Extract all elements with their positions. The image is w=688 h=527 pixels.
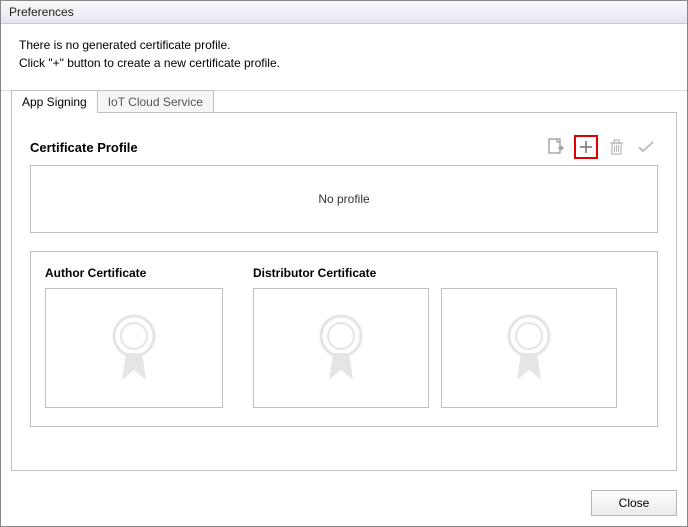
preferences-window: Preferences There is no generated certif… bbox=[0, 0, 688, 527]
import-icon bbox=[548, 138, 564, 156]
profile-empty-text: No profile bbox=[318, 192, 369, 206]
certificate-row: Author Certificate Distributor Certifica… bbox=[45, 266, 643, 408]
titlebar: Preferences bbox=[1, 1, 687, 24]
tab-iot-cloud[interactable]: IoT Cloud Service bbox=[97, 90, 214, 113]
confirm-profile-button[interactable] bbox=[634, 135, 658, 159]
notice-line-2: Click "+" button to create a new certifi… bbox=[19, 54, 671, 72]
import-profile-button[interactable] bbox=[544, 135, 568, 159]
profile-list-box: No profile bbox=[30, 165, 658, 233]
certificate-seal-icon bbox=[499, 308, 559, 388]
certificate-seal-icon bbox=[104, 308, 164, 388]
certificate-seal-icon bbox=[311, 308, 371, 388]
tab-iot-cloud-label: IoT Cloud Service bbox=[108, 95, 203, 109]
check-icon bbox=[637, 140, 655, 154]
tab-row: App Signing IoT Cloud Service bbox=[1, 90, 687, 113]
profile-actions bbox=[544, 135, 658, 159]
window-title: Preferences bbox=[9, 5, 74, 19]
distributor-cert-slot-2 bbox=[441, 288, 617, 408]
profile-header: Certificate Profile bbox=[30, 135, 658, 159]
distributor-cert-heading: Distributor Certificate bbox=[253, 266, 643, 280]
add-profile-button[interactable] bbox=[574, 135, 598, 159]
certificate-profile-heading: Certificate Profile bbox=[30, 140, 138, 155]
distributor-cert-column: Distributor Certificate bbox=[253, 266, 643, 408]
close-button[interactable]: Close bbox=[591, 490, 677, 516]
plus-icon bbox=[578, 139, 594, 155]
tab-panel-app-signing: Certificate Profile bbox=[11, 112, 677, 471]
distributor-cert-slot-1 bbox=[253, 288, 429, 408]
author-cert-column: Author Certificate bbox=[45, 266, 235, 408]
footer: Close bbox=[1, 480, 687, 526]
tab-app-signing-label: App Signing bbox=[22, 95, 87, 109]
author-cert-slot bbox=[45, 288, 223, 408]
certificate-group: Author Certificate Distributor Certifica… bbox=[30, 251, 658, 427]
delete-profile-button[interactable] bbox=[604, 135, 628, 159]
notice-panel: There is no generated certificate profil… bbox=[1, 24, 687, 91]
trash-icon bbox=[609, 139, 624, 156]
author-cert-heading: Author Certificate bbox=[45, 266, 235, 280]
close-button-label: Close bbox=[619, 496, 650, 510]
tab-app-signing[interactable]: App Signing bbox=[11, 90, 98, 113]
notice-line-1: There is no generated certificate profil… bbox=[19, 36, 671, 54]
